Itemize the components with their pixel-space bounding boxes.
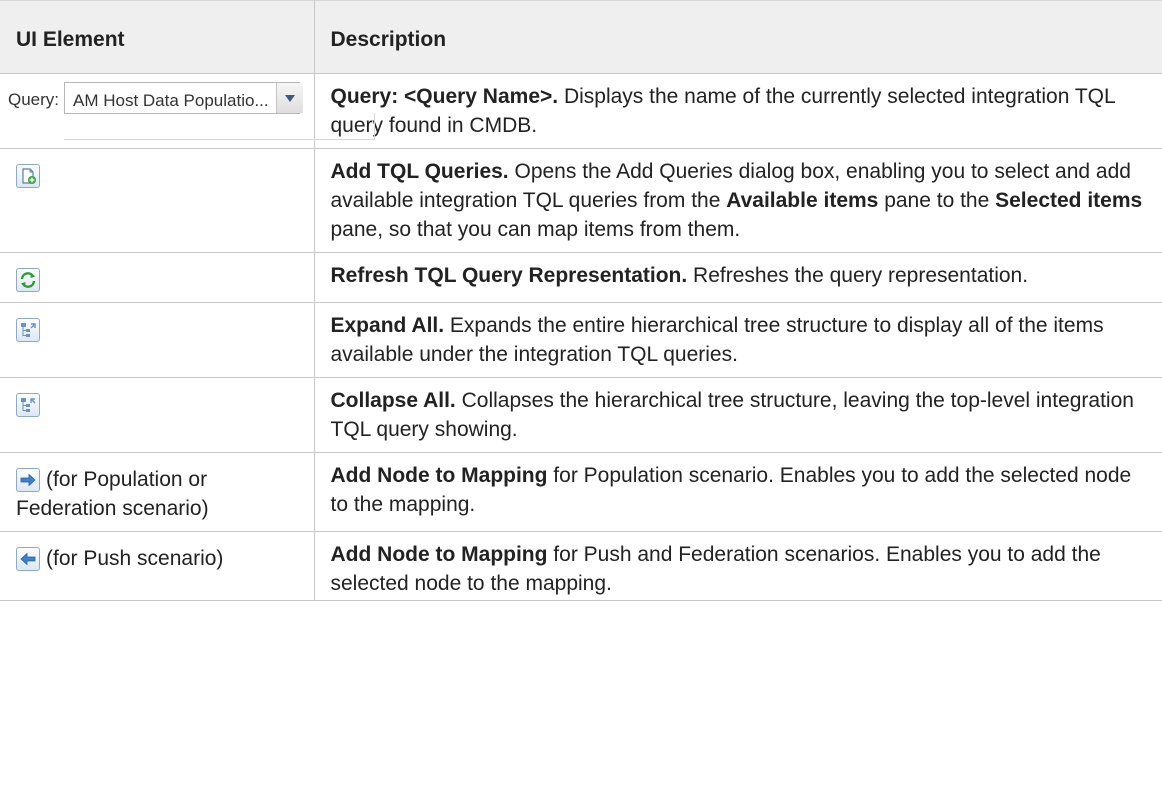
row-desc: pane, so that you can map items from the… (330, 218, 741, 241)
header-description: Description (313, 0, 1162, 74)
description-cell: Collapse All. Collapses the hierarchical… (313, 377, 1162, 453)
add-query-icon (16, 164, 40, 189)
row-title: Add Node to Mapping (330, 464, 548, 487)
table-row: Add TQL Queries. Opens the Add Queries d… (0, 148, 1162, 253)
table-row-query: Query: AM Host Data Populatio... Query: … (0, 73, 1162, 149)
row-title: Collapse All. (330, 389, 456, 412)
query-title: Query: <Query Name>. (330, 85, 559, 108)
description-cell: Expand All. Expands the entire hierarchi… (313, 302, 1162, 378)
header-ui-element: UI Element (0, 0, 315, 74)
element-cell (0, 252, 315, 303)
description-cell: Add TQL Queries. Opens the Add Queries d… (313, 148, 1162, 253)
table-row: Expand All. Expands the entire hierarchi… (0, 302, 1162, 378)
chevron-down-icon[interactable] (276, 83, 303, 113)
query-select[interactable]: AM Host Data Populatio... (64, 82, 303, 114)
row-title: Refresh TQL Query Representation. (330, 264, 688, 287)
row-title: Add Node to Mapping (330, 543, 548, 566)
element-text: (for Push scenario) (46, 547, 224, 570)
description-cell: Add Node to Mapping for Population scena… (313, 452, 1162, 532)
element-cell: (for Push scenario) (0, 531, 315, 601)
collapse-all-icon (16, 393, 40, 418)
ui-element-table: UI Element Description Query: AM Host Da… (0, 0, 1162, 601)
table-row: Refresh TQL Query Representation. Refres… (0, 252, 1162, 303)
row-desc: pane to the (878, 189, 996, 212)
row-bold-term: Available items (726, 189, 879, 212)
element-cell (0, 302, 315, 378)
table-row: Collapse All. Collapses the hierarchical… (0, 377, 1162, 453)
description-cell: Refresh TQL Query Representation. Refres… (313, 252, 1162, 303)
row-desc: Expands the entire hierarchical tree str… (330, 314, 1104, 366)
element-cell: (for Population or Federation scenario) (0, 452, 315, 532)
query-cell: Query: AM Host Data Populatio... (0, 73, 375, 149)
table-row: (for Population or Federation scenario) … (0, 452, 1162, 532)
table-header-row: UI Element Description (0, 0, 1162, 74)
arrow-left-icon (16, 547, 40, 572)
refresh-icon (16, 268, 40, 293)
row-bold-term: Selected items (995, 189, 1143, 212)
element-cell (0, 148, 315, 253)
row-desc: Refreshes the query representation. (687, 264, 1029, 287)
row-title: Add TQL Queries. (330, 160, 509, 183)
row-title: Expand All. (330, 314, 445, 337)
element-text: (for Population or Federation scenario) (16, 468, 209, 520)
expand-all-icon (16, 318, 40, 343)
element-cell (0, 377, 315, 453)
query-dropdown-shadow (64, 113, 375, 140)
query-label: Query: (8, 90, 60, 109)
table-row: (for Push scenario) Add Node to Mapping … (0, 531, 1162, 601)
query-select-value: AM Host Data Populatio... (73, 91, 269, 110)
description-cell: Add Node to Mapping for Push and Federat… (313, 531, 1162, 601)
query-description: Query: <Query Name>. Displays the name o… (313, 73, 1162, 149)
arrow-right-icon (16, 468, 40, 493)
